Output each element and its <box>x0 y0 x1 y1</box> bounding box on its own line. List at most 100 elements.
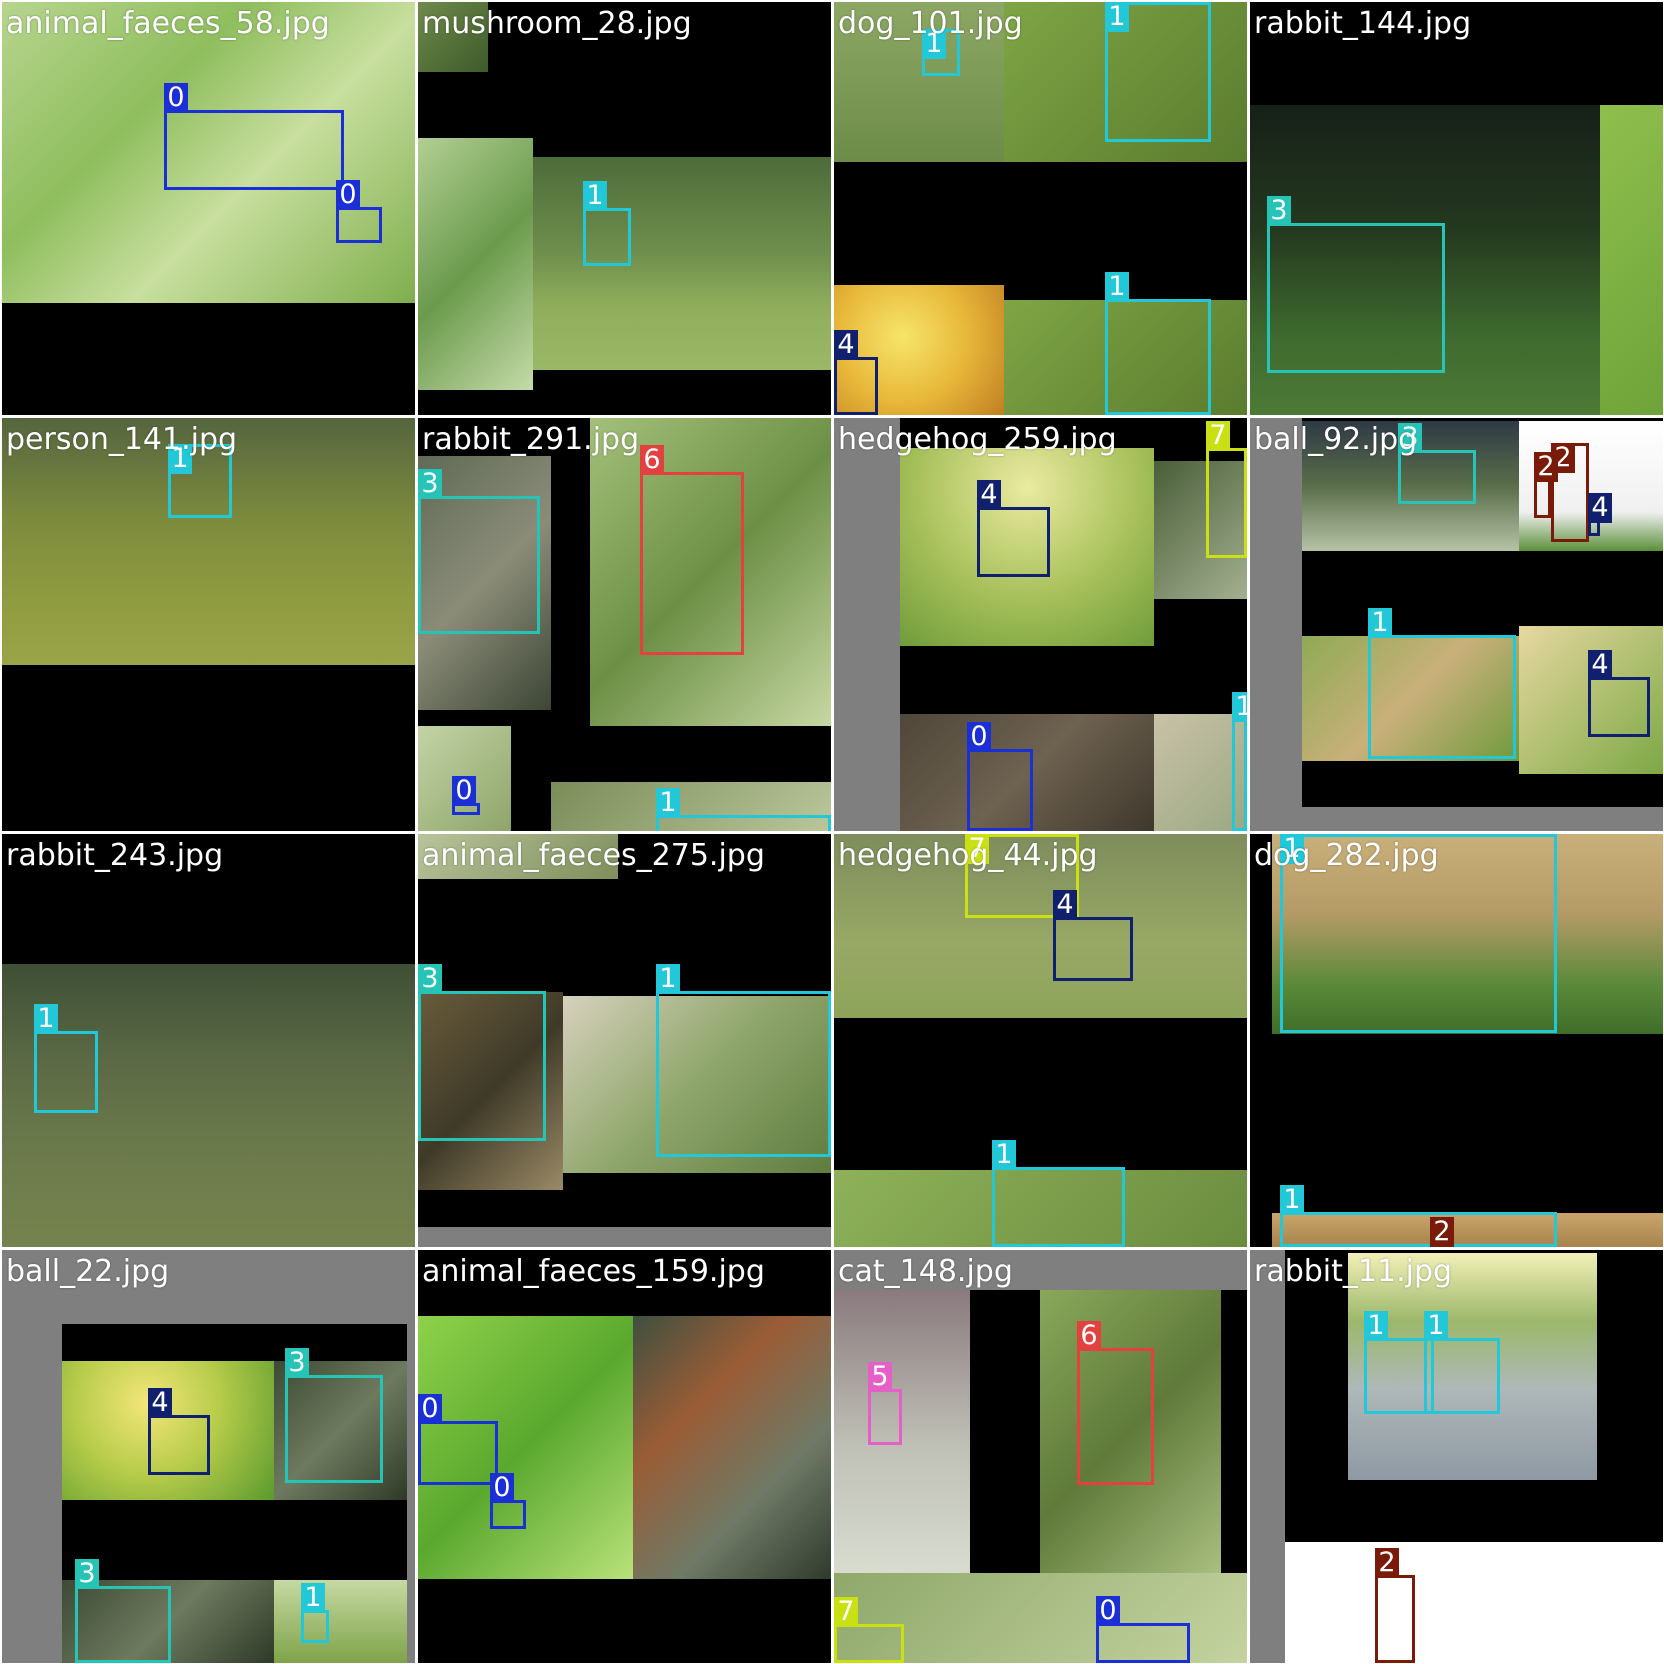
class-id-label: 2 <box>1534 452 1558 482</box>
image-region <box>1600 105 1663 415</box>
bounding-box: 1 <box>1280 1185 1557 1247</box>
mosaic-tile: 4 3 3 1 ball_22.jpg <box>2 1250 415 1663</box>
mosaic-tile: 0 0 animal_faeces_58.jpg <box>2 2 415 415</box>
bounding-box: 4 <box>834 330 878 415</box>
image-region <box>2 303 415 415</box>
bounding-box: 7 <box>1206 421 1247 558</box>
class-id-label: 0 <box>1096 1596 1120 1626</box>
class-id-label: 1 <box>34 1004 58 1034</box>
mosaic-grid: 0 0 animal_faeces_58.jpg 1 mushroom_28.jpg 1 1… <box>0 0 1664 1664</box>
class-id-label: 3 <box>1267 196 1291 226</box>
bounding-box: 1 <box>1105 272 1211 415</box>
class-id-label: 1 <box>1280 1185 1304 1215</box>
bounding-box: 2 <box>1534 452 1558 518</box>
image-filename-label: dog_282.jpg <box>1254 838 1439 873</box>
class-id-label: 3 <box>418 964 442 994</box>
image-filename-label: person_141.jpg <box>6 422 238 457</box>
bounding-box: 4 <box>1588 493 1612 536</box>
bounding-box: 1 <box>1232 692 1247 831</box>
mosaic-tile: 1 1 1 4 dog_101.jpg <box>834 2 1247 415</box>
image-filename-label: rabbit_11.jpg <box>1254 1254 1453 1289</box>
class-id-label: 4 <box>1588 650 1612 680</box>
image-filename-label: cat_148.jpg <box>838 1254 1013 1289</box>
bounding-box: 0 <box>164 83 344 190</box>
bounding-box: 4 <box>148 1388 210 1475</box>
class-id-label: 1 <box>1105 2 1129 32</box>
class-id-label: 0 <box>967 722 991 752</box>
bounding-box: 0 <box>1096 1596 1190 1663</box>
mosaic-tile: 1 mushroom_28.jpg <box>418 2 831 415</box>
bounding-box: 4 <box>1053 890 1133 981</box>
bounding-box: 1 <box>1105 2 1211 142</box>
bounding-box: 3 <box>418 469 540 634</box>
mosaic-tile: 1 rabbit_243.jpg <box>2 834 415 1247</box>
mosaic-tile: 1 1 2 rabbit_11.jpg <box>1250 1250 1663 1663</box>
class-id-label: 1 <box>1364 1311 1388 1341</box>
class-id-label: 1 <box>1368 608 1392 638</box>
image-filename-label: animal_faeces_159.jpg <box>422 1254 765 1289</box>
mosaic-tile: 3 2 2 4 1 4 ball_92.jpg <box>1250 418 1663 831</box>
class-id-label: 3 <box>418 469 442 499</box>
class-id-label: 2 <box>1375 1548 1399 1578</box>
class-id-label: 1 <box>656 964 680 994</box>
image-region <box>1285 1542 1663 1663</box>
bounding-box: 4 <box>977 480 1050 577</box>
class-id-label: 2 <box>1430 1217 1454 1247</box>
image-region <box>633 1316 831 1579</box>
class-id-label: 1 <box>992 1140 1016 1170</box>
image-region <box>418 138 533 390</box>
class-id-label: 1 <box>1105 272 1129 302</box>
class-id-label: 3 <box>75 1559 99 1589</box>
bounding-box: 0 <box>452 776 480 815</box>
image-filename-label: dog_101.jpg <box>838 6 1023 41</box>
bounding-box: 6 <box>640 445 744 655</box>
image-filename-label: rabbit_144.jpg <box>1254 6 1472 41</box>
image-filename-label: hedgehog_44.jpg <box>838 838 1098 873</box>
class-id-label: 4 <box>977 480 1001 510</box>
mosaic-tile: 4 7 0 1 hedgehog_259.jpg <box>834 418 1247 831</box>
image-filename-label: hedgehog_259.jpg <box>838 422 1117 457</box>
bounding-box: 1 <box>1424 1311 1500 1414</box>
bounding-box: 2 <box>1375 1548 1415 1663</box>
class-id-label: 0 <box>418 1394 442 1424</box>
bounding-box: 1 <box>301 1583 329 1643</box>
mosaic-tile: 3 1 animal_faeces_275.jpg <box>418 834 831 1247</box>
bounding-box: 3 <box>1267 196 1445 373</box>
bounding-box: 7 <box>834 1597 904 1663</box>
class-id-label: 1 <box>1232 692 1247 722</box>
bounding-box: 1 <box>34 1004 98 1113</box>
bounding-box: 6 <box>1077 1321 1154 1485</box>
class-id-label: 7 <box>1206 421 1230 451</box>
mosaic-tile: 0 0 animal_faeces_159.jpg <box>418 1250 831 1663</box>
image-region <box>418 1227 831 1247</box>
bounding-box: 1 <box>656 788 831 831</box>
image-region <box>834 1290 970 1574</box>
class-id-label: 7 <box>834 1597 858 1627</box>
class-id-label: 1 <box>583 181 607 211</box>
mosaic-tile: 5 6 7 0 cat_148.jpg <box>834 1250 1247 1663</box>
bounding-box: 3 <box>418 964 546 1141</box>
class-id-label: 4 <box>148 1388 172 1418</box>
image-region <box>274 1580 407 1663</box>
class-id-label: 5 <box>868 1362 892 1392</box>
bounding-box: 0 <box>336 180 382 243</box>
image-filename-label: ball_22.jpg <box>6 1254 170 1289</box>
mosaic-tile: 1 1 2 dog_282.jpg <box>1250 834 1663 1247</box>
bounding-box: 3 <box>285 1348 383 1483</box>
image-filename-label: rabbit_243.jpg <box>6 838 224 873</box>
bounding-box: 3 <box>75 1559 171 1663</box>
image-filename-label: rabbit_291.jpg <box>422 422 640 457</box>
mosaic-tile: 3 rabbit_144.jpg <box>1250 2 1663 415</box>
class-id-label: 1 <box>301 1583 325 1613</box>
mosaic-tile: 3 6 0 1 rabbit_291.jpg <box>418 418 831 831</box>
image-region <box>1250 418 1302 831</box>
bounding-box: 0 <box>490 1473 526 1529</box>
image-filename-label: ball_92.jpg <box>1254 422 1418 457</box>
class-id-label: 6 <box>640 445 664 475</box>
class-id-label: 1 <box>656 788 680 818</box>
class-id-label: 0 <box>164 83 188 113</box>
bounding-box: 0 <box>418 1394 498 1485</box>
mosaic-tile: 7 4 1 hedgehog_44.jpg <box>834 834 1247 1247</box>
bounding-box: 1 <box>992 1140 1125 1247</box>
image-region <box>1302 807 1663 831</box>
